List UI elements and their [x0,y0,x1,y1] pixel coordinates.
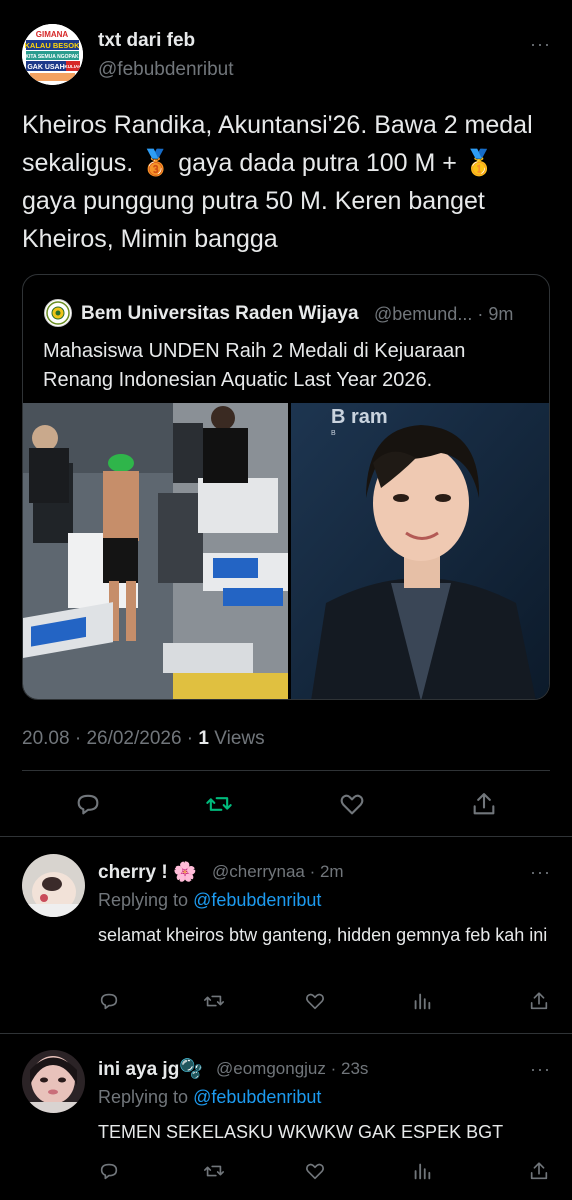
quote-author-handle: @bemund... · 9m [374,304,514,324]
like-icon[interactable] [338,790,366,818]
portrait-backdrop-text: B ram [331,406,388,428]
author-name[interactable]: txt dari feb [98,30,195,52]
divider [0,1033,572,1034]
reply-author-name[interactable]: ini aya jg🫧 [98,1057,203,1081]
more-icon[interactable]: ··· [530,862,551,883]
retweet-icon[interactable] [205,790,233,818]
analytics-icon[interactable] [411,1160,433,1182]
replying-to: Replying to @febubdenribut [98,890,321,911]
reply-avatar[interactable] [22,1050,85,1113]
avatar-line-1: GIMANA [36,30,69,39]
replying-label: Replying to [98,890,194,910]
reply-avatar[interactable] [22,854,85,917]
avatar-line-2: KALAU BESOK [24,41,80,50]
quote-image-pool[interactable] [23,403,288,699]
retweet-icon[interactable] [203,1160,225,1182]
divider [0,836,572,837]
reply-author-name[interactable]: cherry ! 🌸 [98,860,197,884]
avatar[interactable]: GIMANA KALAU BESOK KITA SEMUA NGOPAK GAK… [22,24,83,85]
replying-to-link[interactable]: @febubdenribut [193,890,321,910]
share-icon[interactable] [528,1160,550,1182]
share-icon[interactable] [528,990,550,1012]
portrait-backdrop-subtext: B [331,430,336,437]
avatar-line-5: KULIAH [65,64,82,69]
reply-text: TEMEN SEKELASKU WKWKW GAK ESPEK BGT [98,1122,504,1142]
replying-to: Replying to @febubdenribut [98,1087,321,1108]
reply-icon[interactable] [98,1160,120,1182]
avatar-line-4: GAK USAH [27,64,64,71]
share-icon[interactable] [470,790,498,818]
divider [22,770,550,771]
more-icon[interactable]: ··· [530,1059,551,1080]
analytics-icon[interactable] [411,990,433,1012]
quoted-tweet[interactable]: Bem Universitas Raden Wijaya @bemund... … [22,274,550,700]
tweet-meta: 20.08 · 26/02/2026 · 1 Views [22,728,265,750]
avatar-line-3: KITA SEMUA NGOPAK [25,54,79,60]
replying-label: Replying to [98,1087,194,1107]
replying-to-link[interactable]: @febubdenribut [193,1087,321,1107]
like-icon[interactable] [304,990,326,1012]
reply-icon[interactable] [98,990,120,1012]
reply-author-handle[interactable]: @eomgongjuz · 23s [216,1059,368,1079]
reply-author-handle[interactable]: @cherrynaa · 2m [212,862,344,882]
quote-image-portrait[interactable]: B ram B [291,403,549,699]
meta-separator: · [69,728,87,749]
meta-separator: · [181,728,199,749]
tweet-time: 20.08 [22,728,70,749]
quote-text: Mahasiswa UNDEN Raih 2 Medali di Kejuara… [43,340,466,391]
more-icon[interactable]: ··· [530,34,551,55]
reply-icon[interactable] [74,790,102,818]
like-icon[interactable] [304,1160,326,1182]
tweet-date: 26/02/2026 [86,728,182,749]
tweet-text: Kheiros Randika, Akuntansi'26. Bawa 2 me… [22,111,533,253]
views-label: Views [209,728,265,749]
author-handle[interactable]: @febubdenribut [98,59,234,81]
quote-author-name: Bem Universitas Raden Wijaya [81,303,359,324]
views-count: 1 [198,728,209,749]
reply-text: selamat kheiros btw ganteng, hidden gemn… [98,925,548,945]
retweet-icon[interactable] [203,990,225,1012]
quote-avatar [44,299,72,327]
